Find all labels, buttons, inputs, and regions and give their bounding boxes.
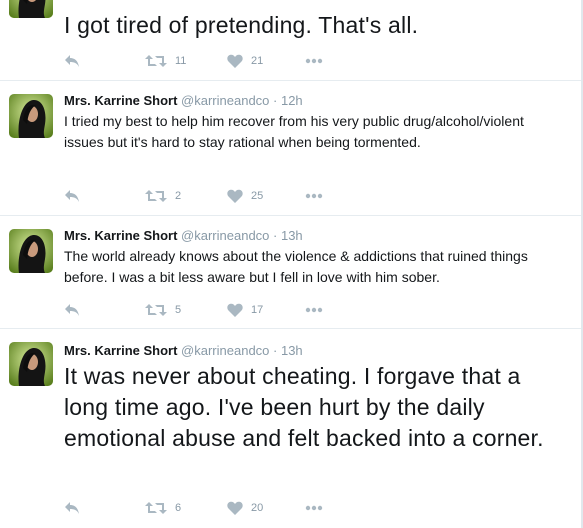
tweet-header: Mrs. Karrine Short @karrineandco · 12h <box>64 93 303 109</box>
display-name[interactable]: Mrs. Karrine Short <box>64 343 177 358</box>
avatar[interactable] <box>9 0 53 18</box>
like-count: 17 <box>251 304 264 316</box>
reply-icon <box>65 55 79 67</box>
user-handle[interactable]: @karrineandco <box>181 228 269 243</box>
more-icon <box>305 58 323 64</box>
tweet-header: Mrs. Karrine Short @karrineandco · 13h <box>64 228 303 244</box>
retweet-button[interactable]: 2 <box>145 188 181 204</box>
avatar[interactable] <box>9 342 53 386</box>
retweet-icon <box>145 55 167 67</box>
display-name[interactable]: Mrs. Karrine Short <box>64 93 177 108</box>
tweet-text: I tried my best to help him recover from… <box>64 113 524 150</box>
retweet-icon <box>145 190 167 202</box>
retweet-button[interactable]: 6 <box>145 500 181 516</box>
retweet-count: 11 <box>175 55 187 67</box>
retweet-button[interactable]: 5 <box>145 302 181 318</box>
tweet-item[interactable]: I got tired of pretending. That's all. 1… <box>0 0 581 81</box>
more-icon <box>305 505 323 511</box>
like-icon <box>227 189 243 203</box>
user-handle[interactable]: @karrineandco <box>181 343 269 358</box>
more-button[interactable] <box>305 500 323 516</box>
timestamp[interactable]: · 13h <box>269 343 303 358</box>
like-button[interactable]: 21 <box>227 53 263 69</box>
avatar-image <box>9 94 53 138</box>
more-button[interactable] <box>305 53 323 69</box>
reply-icon <box>65 304 79 316</box>
like-count: 21 <box>251 55 264 67</box>
retweet-count: 2 <box>175 190 182 202</box>
tweet-item[interactable]: Mrs. Karrine Short @karrineandco · 12h I… <box>0 81 581 216</box>
like-button[interactable]: 20 <box>227 500 263 516</box>
retweet-icon <box>145 304 167 316</box>
avatar-image <box>9 0 53 18</box>
tweet-item[interactable]: Mrs. Karrine Short @karrineandco · 13h T… <box>0 216 581 329</box>
reply-icon <box>65 502 79 514</box>
like-icon <box>227 303 243 317</box>
timestamp[interactable]: · 13h <box>269 228 303 243</box>
tweet-text: I got tired of pretending. That's all. <box>64 12 419 38</box>
retweet-count: 6 <box>175 502 182 514</box>
like-icon <box>227 54 243 68</box>
reply-icon <box>65 190 79 202</box>
tweet-text: The world already knows about the violen… <box>64 248 528 285</box>
reply-button[interactable] <box>64 53 80 69</box>
tweet-text: It was never about cheating. I forgave t… <box>64 363 544 451</box>
like-button[interactable]: 25 <box>227 188 263 204</box>
more-icon <box>305 307 323 313</box>
like-icon <box>227 501 243 515</box>
more-icon <box>305 193 323 199</box>
retweet-count: 5 <box>175 304 182 316</box>
retweet-button[interactable]: 11 <box>145 53 186 69</box>
reply-button[interactable] <box>64 188 80 204</box>
user-handle[interactable]: @karrineandco <box>181 93 269 108</box>
more-button[interactable] <box>305 302 323 318</box>
avatar[interactable] <box>9 94 53 138</box>
reply-button[interactable] <box>64 302 80 318</box>
tweet-item[interactable]: Mrs. Karrine Short @karrineandco · 13h I… <box>0 329 581 528</box>
avatar-image <box>9 342 53 386</box>
tweet-header: Mrs. Karrine Short @karrineandco · 13h <box>64 343 303 359</box>
like-button[interactable]: 17 <box>227 302 263 318</box>
reply-button[interactable] <box>64 500 80 516</box>
like-count: 20 <box>251 502 264 514</box>
avatar[interactable] <box>9 229 53 273</box>
timestamp[interactable]: · 12h <box>269 93 303 108</box>
retweet-icon <box>145 502 167 514</box>
more-button[interactable] <box>305 188 323 204</box>
like-count: 25 <box>251 190 264 202</box>
avatar-image <box>9 229 53 273</box>
display-name[interactable]: Mrs. Karrine Short <box>64 228 177 243</box>
